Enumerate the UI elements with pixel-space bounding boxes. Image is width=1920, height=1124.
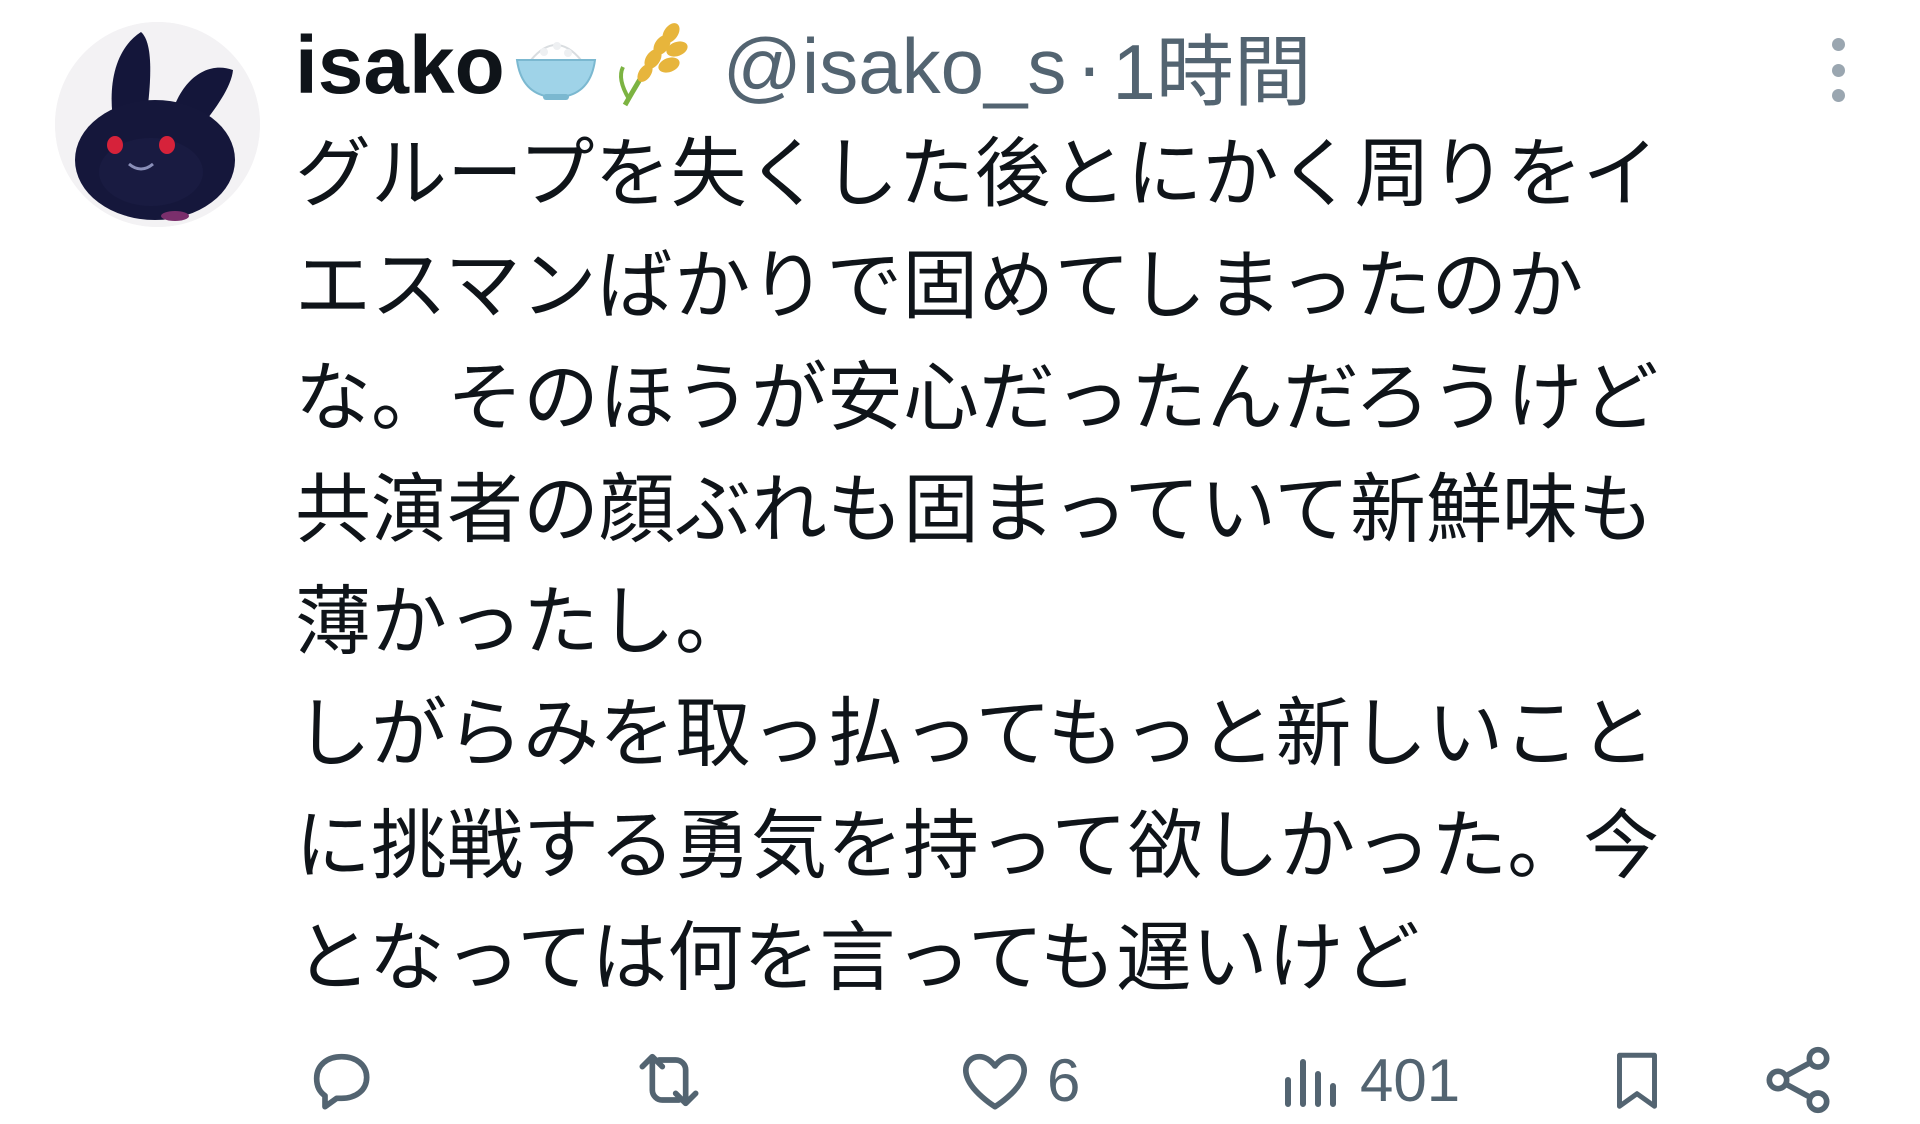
- rice-plant-icon: [607, 19, 695, 113]
- tweet-text-line: しがらみを取っ払ってもっと新しいこと: [295, 689, 1656, 778]
- tweet-text-line: に挑戦する勇気を持って欲しかった。今: [295, 801, 1660, 890]
- separator-dot: ·: [1076, 21, 1103, 110]
- retweet-button[interactable]: [628, 1040, 710, 1120]
- display-name[interactable]: isako: [295, 19, 505, 113]
- more-options-icon[interactable]: [1818, 38, 1858, 102]
- views-chart-icon: [1285, 1059, 1336, 1107]
- tweet-text-line: 薄かったし。: [295, 577, 751, 666]
- bunny-avatar-icon: [55, 22, 260, 227]
- dot-2: [1831, 63, 1845, 77]
- dot-1: [1831, 38, 1845, 51]
- timestamp[interactable]: 1時間: [1112, 10, 1311, 122]
- rice-bowl-icon: [511, 24, 601, 108]
- share-button[interactable]: [1758, 1040, 1838, 1120]
- heart-icon: [963, 1053, 1027, 1110]
- dot-3: [1831, 89, 1845, 102]
- tweet-text-line: となっては何を言っても遅いけど: [295, 913, 1420, 1002]
- tweet-text-line: 共演者の顔ぶれも固まっていて新鮮味も: [295, 465, 1654, 554]
- user-handle[interactable]: @isako_s: [723, 21, 1067, 112]
- views-count: 401: [1360, 1046, 1461, 1114]
- tweet-card: isako @isako_s · 1時間 グループを失くした後とにかく周りをイ …: [0, 0, 1920, 1124]
- avatar[interactable]: [55, 22, 260, 227]
- share-icon: [1766, 1046, 1830, 1114]
- like-button[interactable]: 6: [955, 1040, 1080, 1120]
- reply-button[interactable]: [300, 1040, 380, 1120]
- views-button[interactable]: 401: [1276, 1040, 1460, 1120]
- like-count: 6: [1047, 1046, 1081, 1114]
- tweet-text: グループを失くした後とにかく周りをイ エスマンばかりで固めてしまったのか な。そ…: [295, 118, 1795, 1014]
- action-bar: 6 401: [0, 1040, 1920, 1120]
- reply-icon: [313, 1053, 370, 1110]
- bookmark-icon: [1617, 1052, 1657, 1109]
- retweet-icon: [639, 1053, 699, 1107]
- bookmark-button[interactable]: [1602, 1040, 1672, 1120]
- tweet-text-line: な。そのほうが安心だったんだろうけど: [295, 353, 1659, 442]
- tweet-text-line: グループを失くした後とにかく周りをイ: [295, 129, 1659, 218]
- tweet-text-line: エスマンばかりで固めてしまったのか: [295, 241, 1584, 330]
- tweet-header: isako @isako_s · 1時間: [295, 18, 1312, 116]
